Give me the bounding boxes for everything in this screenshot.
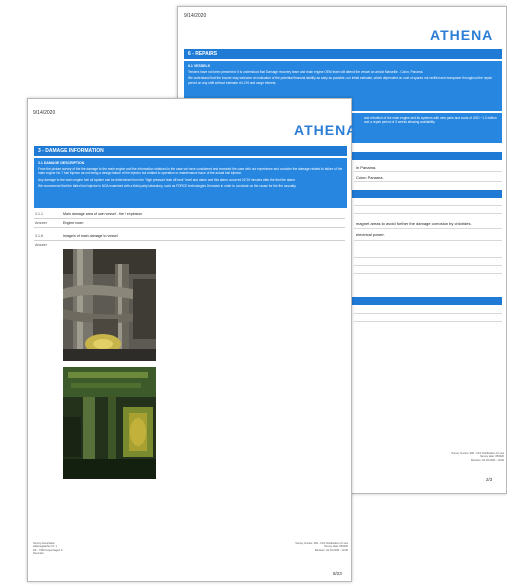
page-footer: Survey Invoice: 990 - First Notification…: [266, 542, 348, 552]
table-row: Answer: [34, 242, 345, 249]
text-snippet: Colon Panama.: [356, 175, 384, 180]
page-date: 9/14/2020: [184, 13, 207, 19]
divider: [354, 181, 502, 182]
page-date: 9/14/2020: [33, 110, 56, 116]
page-number: 2/3: [486, 477, 493, 482]
box-heading: 6.1 VESSELS: [188, 64, 210, 68]
divider: [354, 213, 502, 214]
box-paragraph: We understand that the insurer may welco…: [188, 76, 492, 85]
engine-damage-photo-1-image: [63, 249, 156, 361]
section-title: 6 - REPAIRS: [188, 51, 218, 57]
text-snippet: electrical power.: [356, 232, 385, 237]
box-paragraph: From the picture survey of the fire dama…: [38, 167, 343, 176]
divider: [354, 273, 502, 274]
athena-logo: ATHENA: [294, 122, 358, 138]
row-text: Image/s of main damage to vessel: [63, 234, 118, 238]
divider: [354, 240, 502, 241]
section-title-bar: 6 - REPAIRS: [184, 49, 502, 59]
box-paragraph: Any damage to the main engine fuel oil s…: [38, 177, 296, 182]
page-number: 8/23: [333, 571, 342, 576]
table-row: Answer Engine room: [34, 220, 345, 228]
front-report-page: 9/14/2020 ATHENA 3 - DAMAGE INFORMATION …: [27, 98, 356, 582]
athena-logo: ATHENA: [430, 27, 494, 43]
footer-line: Revision: 02.04.2020 - 10:00: [470, 458, 504, 462]
damage-description-box: 3.1 DAMAGE DESCRIPTION From the picture …: [34, 158, 347, 208]
row-text: Engine room: [63, 221, 84, 225]
box-paragraph: Tenders have not been presented; it is u…: [188, 70, 424, 75]
engine-damage-photo-2: [63, 367, 156, 479]
text-snippet: magnet areas to avoid further the damage…: [356, 221, 472, 226]
row-text: Main damage area of own vessel - fire / …: [63, 212, 143, 216]
table-row: 3.1.1 Main damage area of own vessel - fi…: [34, 211, 345, 219]
engine-damage-photo-1: [63, 249, 156, 361]
box-heading: 3.1 DAMAGE DESCRIPTION: [38, 161, 85, 165]
company-address: Survey Association Hafensgaarden Nr. 1 D…: [33, 542, 63, 556]
row-number: Answer: [35, 243, 47, 247]
divider: [354, 171, 502, 172]
divider: [354, 257, 502, 258]
section-title: 3 - DAMAGE INFORMATION: [38, 148, 104, 154]
engine-damage-photo-2-image: [63, 367, 156, 479]
divider: [354, 321, 502, 322]
row-number: Answer: [35, 221, 47, 225]
divider: [354, 205, 502, 206]
page-footer: Survey Invoice: 990 - First Notification…: [448, 452, 504, 462]
row-number: 3.1.8: [35, 234, 43, 238]
divider: [354, 228, 502, 229]
row-number: 3.1.1: [35, 212, 43, 216]
table-row: 3.1.8 Image/s of main damage to vessel: [34, 233, 345, 241]
footer-line: Revision: 02.04.2020 - 10:00: [314, 548, 348, 552]
footer-line: Denmark: [33, 552, 44, 556]
divider: [354, 265, 502, 266]
box-paragraph: We recommend that the failed fuel inject…: [38, 183, 297, 188]
section-title-bar: 3 - DAMAGE INFORMATION: [34, 146, 347, 156]
text-snippet: in Panama.: [356, 165, 377, 170]
divider: [354, 313, 502, 314]
box-paragraph: and refurbish of the main engine and its…: [364, 116, 497, 125]
